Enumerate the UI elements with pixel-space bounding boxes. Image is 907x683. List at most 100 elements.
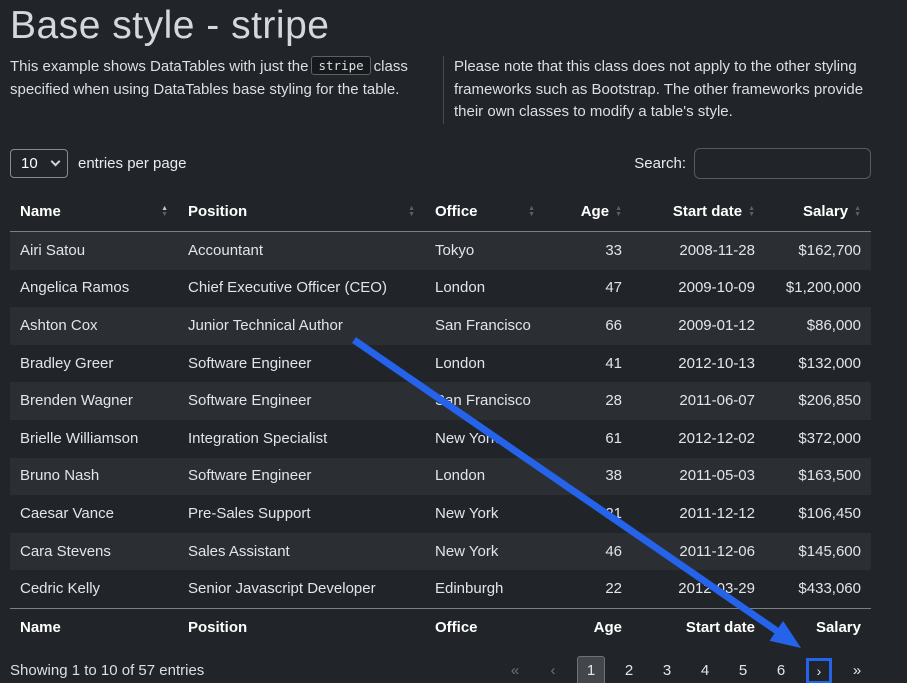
column-header-content: Age▲▼ (555, 203, 622, 221)
table-cell: Cara Stevens (10, 533, 178, 571)
table-cell: $106,450 (765, 495, 871, 533)
page-button-4[interactable]: 4 (691, 656, 719, 683)
footer-column-label-position: Position (178, 609, 425, 647)
table-cell: Ashton Cox (10, 307, 178, 345)
pagination: « ‹ 123456 › » (491, 656, 871, 683)
table-cell: 2012-12-02 (632, 420, 765, 458)
data-table: Name▲▼Position▲▼Office▲▼Age▲▼Start date▲… (10, 194, 871, 647)
table-header-row: Name▲▼Position▲▼Office▲▼Age▲▼Start date▲… (10, 194, 871, 232)
column-label: Salary (803, 203, 848, 221)
table-cell: $132,000 (765, 345, 871, 383)
sort-icon: ▲▼ (615, 206, 622, 218)
column-header-age[interactable]: Age▲▼ (545, 194, 632, 232)
column-header-start-date[interactable]: Start date▲▼ (632, 194, 765, 232)
page-length-select[interactable]: 10 (10, 149, 68, 178)
table-row: Angelica RamosChief Executive Officer (C… (10, 270, 871, 308)
table-cell: Brenden Wagner (10, 382, 178, 420)
intro-right-text: Please note that this class does not app… (454, 56, 871, 124)
table-row: Bradley GreerSoftware EngineerLondon4120… (10, 345, 871, 383)
table-foot: NamePositionOfficeAgeStart dateSalary (10, 609, 871, 647)
sort-desc-icon: ▼ (748, 212, 755, 218)
table-row: Bruno NashSoftware EngineerLondon382011-… (10, 458, 871, 496)
column-label: Position (188, 203, 247, 221)
table-cell: Accountant (178, 232, 425, 270)
table-cell: 2011-05-03 (632, 458, 765, 496)
table-cell: $162,700 (765, 232, 871, 270)
page-button-6[interactable]: 6 (767, 656, 795, 683)
table-cell: Integration Specialist (178, 420, 425, 458)
search-control: Search: (634, 148, 871, 179)
page-button-2[interactable]: 2 (615, 656, 643, 683)
table-cell: London (425, 345, 545, 383)
table-cell: 2011-12-06 (632, 533, 765, 571)
column-header-salary[interactable]: Salary ▲▼ (765, 194, 871, 232)
table-cell: $1,200,000 (765, 270, 871, 308)
table-cell: Software Engineer (178, 345, 425, 383)
table-cell: 2009-01-12 (632, 307, 765, 345)
table-cell: Chief Executive Officer (CEO) (178, 270, 425, 308)
last-page-button[interactable]: » (843, 656, 871, 683)
column-label: Name (20, 203, 61, 221)
table-cell: Cedric Kelly (10, 570, 178, 608)
table-cell: London (425, 458, 545, 496)
table-cell: Bruno Nash (10, 458, 178, 496)
page-button-1[interactable]: 1 (577, 656, 605, 683)
table-row: Brenden WagnerSoftware EngineerSan Franc… (10, 382, 871, 420)
table-row: Cara StevensSales AssistantNew York46201… (10, 533, 871, 571)
datatables-example-page: Base style - stripe This example shows D… (0, 0, 907, 683)
intro-left-pre: This example shows DataTables with just … (10, 58, 308, 75)
sort-icon: ▲▼ (161, 206, 168, 218)
page-button-3[interactable]: 3 (653, 656, 681, 683)
table-cell: 2008-11-28 (632, 232, 765, 270)
table-cell: Junior Technical Author (178, 307, 425, 345)
page-button-5[interactable]: 5 (729, 656, 757, 683)
column-header-name[interactable]: Name ▲▼ (10, 194, 178, 232)
sort-icon: ▲▼ (528, 206, 535, 218)
sort-desc-icon: ▼ (615, 212, 622, 218)
column-header-content: Salary ▲▼ (775, 203, 861, 221)
entries-per-page-label: entries per page (78, 155, 186, 172)
table-info: Showing 1 to 10 of 57 entries (10, 662, 204, 679)
sort-icon: ▲▼ (854, 206, 861, 218)
table-cell: Sales Assistant (178, 533, 425, 571)
column-header-content: Name ▲▼ (20, 203, 168, 221)
table-cell: London (425, 270, 545, 308)
page-length-control: 10 entries per page (10, 149, 186, 178)
table-row: Airi SatouAccountantTokyo332008-11-28$16… (10, 232, 871, 270)
table-cell: Software Engineer (178, 382, 425, 420)
footer-column-label-start-date: Start date (632, 609, 765, 647)
first-page-button[interactable]: « (501, 656, 529, 683)
column-header-content: Start date▲▼ (642, 203, 755, 221)
footer-column-label-office: Office (425, 609, 545, 647)
table-cell: Angelica Ramos (10, 270, 178, 308)
table-cell: New York (425, 495, 545, 533)
table-cell: New York (425, 420, 545, 458)
column-header-office[interactable]: Office ▲▼ (425, 194, 545, 232)
table-cell: 28 (545, 382, 632, 420)
table-cell: 38 (545, 458, 632, 496)
footer-column-label-salary: Salary (765, 609, 871, 647)
footer-column-label-name: Name (10, 609, 178, 647)
table-cell: 2012-10-13 (632, 345, 765, 383)
table-row: Cedric KellySenior Javascript DeveloperE… (10, 570, 871, 608)
table-cell: Software Engineer (178, 458, 425, 496)
previous-page-button[interactable]: ‹ (539, 656, 567, 683)
table-cell: 41 (545, 345, 632, 383)
next-page-button[interactable]: › (806, 658, 832, 683)
table-cell: 66 (545, 307, 632, 345)
table-cell: New York (425, 533, 545, 571)
table-controls: 10 entries per page Search: (10, 148, 871, 179)
search-label: Search: (634, 155, 686, 172)
sort-icon: ▲▼ (748, 206, 755, 218)
column-header-position[interactable]: Position ▲▼ (178, 194, 425, 232)
search-input[interactable] (694, 148, 871, 179)
table-cell: $163,500 (765, 458, 871, 496)
table-head: Name▲▼Position▲▼Office▲▼Age▲▼Start date▲… (10, 194, 871, 232)
sort-icon: ▲▼ (408, 206, 415, 218)
table-cell: Bradley Greer (10, 345, 178, 383)
column-label: Office (435, 203, 478, 221)
table-cell: San Francisco (425, 382, 545, 420)
sort-desc-icon: ▼ (408, 212, 415, 218)
intro-section: This example shows DataTables with just … (10, 56, 871, 124)
table-cell: 2011-12-12 (632, 495, 765, 533)
